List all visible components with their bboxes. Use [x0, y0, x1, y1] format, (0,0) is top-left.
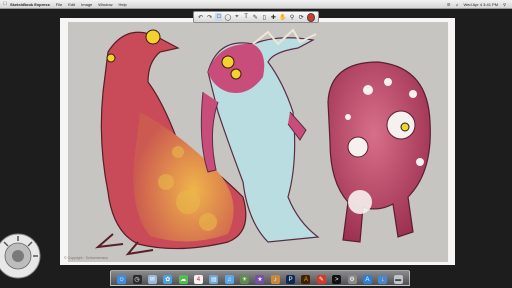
app-menu[interactable]: SketchBook Express [10, 2, 50, 7]
volume-icon[interactable]: ♫ [455, 2, 458, 7]
select-rect-icon[interactable]: □ [215, 13, 223, 21]
spotlight-icon[interactable]: ⚲ [503, 2, 506, 7]
apple-icon[interactable]:  [0, 1, 10, 7]
menu-edit[interactable]: Edit [68, 2, 75, 7]
crop-icon[interactable]: ⌖ [233, 13, 240, 21]
menu-help[interactable]: Help [119, 2, 127, 7]
wifi-icon[interactable]: ☰ [447, 2, 451, 7]
ical-icon[interactable]: 4 [193, 275, 203, 284]
transform-icon[interactable]: ✚ [270, 13, 277, 21]
ichat-icon[interactable]: ☁ [178, 275, 188, 284]
garageband-icon[interactable]: ♪ [270, 275, 280, 284]
menu-file[interactable]: File [56, 2, 62, 7]
preview-icon[interactable]: ▤ [209, 275, 219, 284]
undo-icon[interactable]: ↶ [197, 13, 204, 21]
downloads-icon[interactable]: ↓ [378, 275, 388, 284]
menu-window[interactable]: Window [98, 2, 112, 7]
mail-icon[interactable]: ✉ [147, 275, 157, 284]
clock[interactable]: Wed Apr 4 3:41 PM [463, 2, 498, 7]
lagoon-tool-wheel[interactable] [0, 232, 42, 280]
system-preferences-icon[interactable]: ⚙ [347, 275, 357, 284]
itunes-icon[interactable]: ♫ [224, 275, 234, 284]
imovie-icon[interactable]: ★ [255, 275, 265, 284]
text-icon[interactable]: T [243, 13, 250, 21]
eraser-icon[interactable]: ▯ [261, 13, 268, 21]
photoshop-icon[interactable]: P [286, 275, 296, 284]
illustrator-icon[interactable]: A [301, 275, 311, 284]
terminal-icon[interactable]: > [332, 275, 342, 284]
safari-icon[interactable]: ✿ [163, 275, 173, 284]
sketchbook-icon[interactable]: ✎ [316, 275, 326, 284]
brush-icon[interactable]: ✎ [252, 13, 259, 21]
drawing-toolbar: ↶ ↷ □ ◯ ⌖ T ✎ ▯ ✚ ✋ ⚲ ⟳ [193, 11, 319, 23]
iphoto-icon[interactable]: ☀ [240, 275, 250, 284]
dock: ☺ ◷ ✉ ✿ ☁ 4 ▤ ♫ ☀ ★ ♪ P A ✎ > ⚙ A ↓ ▬ [110, 270, 410, 286]
zoom-icon[interactable]: ⚲ [288, 13, 295, 21]
finder-icon[interactable]: ☺ [117, 275, 127, 284]
lasso-icon[interactable]: ◯ [224, 13, 232, 21]
trash-icon[interactable]: ▬ [393, 275, 403, 284]
creature-artwork [68, 22, 448, 262]
dashboard-icon[interactable]: ◷ [132, 275, 142, 284]
menu-extras: ☰ ♫ Wed Apr 4 3:41 PM ⚲ [447, 2, 506, 7]
pan-icon[interactable]: ✋ [279, 13, 286, 21]
menu-image[interactable]: Image [81, 2, 92, 7]
redo-icon[interactable]: ↷ [206, 13, 213, 21]
rotate-icon[interactable]: ⟳ [298, 13, 305, 21]
menu-bar:  SketchBook Express File Edit Image Win… [0, 0, 512, 9]
color-swatch[interactable] [306, 12, 315, 22]
app-store-icon[interactable]: A [362, 275, 372, 284]
copyright-text: © Copyright · Schoenemann [64, 256, 109, 260]
